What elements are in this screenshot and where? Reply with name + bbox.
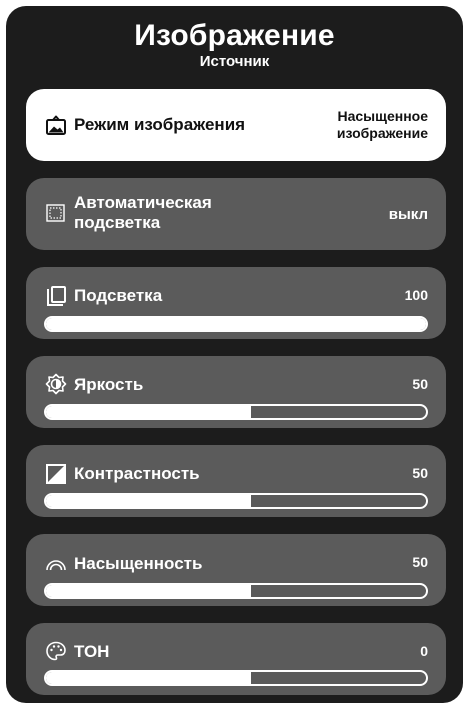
panel-header: Изображение Источник <box>6 20 463 71</box>
menu-item-label: ТОН <box>74 642 110 661</box>
saturation-icon <box>46 560 66 571</box>
menu-item-label: Автоматическая подсветка <box>74 193 212 232</box>
menu-item-value: выкл <box>388 206 428 223</box>
menu-item-value: 50 <box>412 554 428 570</box>
page-subtitle: Источник <box>199 53 270 70</box>
backlight-slider[interactable] <box>44 316 428 332</box>
menu-item-picture-mode[interactable]: Режим изображения Насыщенное изображение <box>26 89 446 161</box>
menu-item-brightness[interactable]: Яркость 50 <box>26 356 446 428</box>
menu-item-saturation[interactable]: Насыщенность 50 <box>26 534 446 606</box>
page-title: Изображение <box>134 19 335 52</box>
menu-item-label: Подсветка <box>74 286 163 305</box>
slider-fill <box>46 495 252 507</box>
menu-item-auto-backlight[interactable]: Автоматическая подсветка выкл <box>26 178 446 250</box>
menu-item-label: Яркость <box>74 375 144 394</box>
contrast-icon <box>46 464 66 484</box>
brightness-icon <box>45 373 67 395</box>
menu-item-contrast[interactable]: Контрастность 50 <box>26 445 446 517</box>
menu-item-label: Контрастность <box>74 464 200 483</box>
menu-item-label: Режим изображения <box>74 115 246 134</box>
menu-item-value: 50 <box>412 376 428 392</box>
backlight-icon <box>47 286 66 306</box>
contrast-slider[interactable] <box>44 493 428 509</box>
menu-item-backlight[interactable]: Подсветка 100 <box>26 267 446 339</box>
menu-item-value: Насыщенное изображение <box>336 108 428 141</box>
brightness-slider[interactable] <box>44 404 428 420</box>
menu-item-value: 0 <box>420 643 428 659</box>
picture-mode-icon <box>46 115 66 135</box>
menu-item-value: 100 <box>404 287 428 303</box>
slider-fill <box>46 672 252 684</box>
tint-slider[interactable] <box>44 670 428 686</box>
picture-settings-panel: Изображение Источник Режим изображения Н… <box>6 6 463 703</box>
saturation-slider[interactable] <box>44 583 428 599</box>
menu-item-label: Насыщенность <box>74 554 203 573</box>
menu-item-tint[interactable]: ТОН 0 <box>26 623 446 695</box>
menu-item-value: 50 <box>412 465 428 481</box>
slider-fill <box>46 406 252 418</box>
palette-icon <box>46 641 66 661</box>
slider-fill <box>46 318 426 330</box>
slider-fill <box>46 585 252 597</box>
auto-backlight-icon <box>46 204 65 222</box>
